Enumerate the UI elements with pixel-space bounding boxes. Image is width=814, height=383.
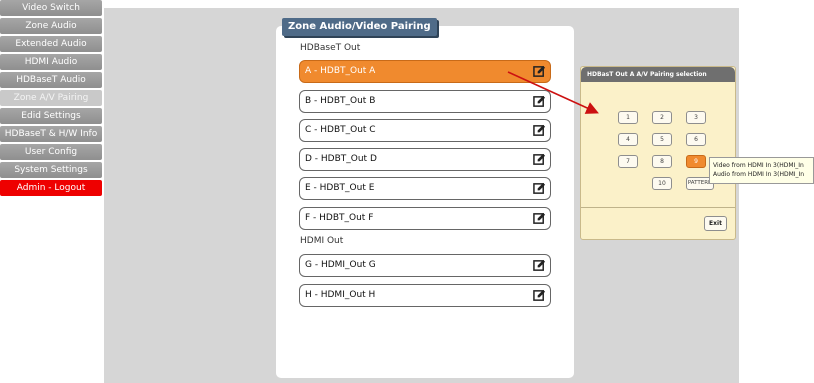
source-button-8[interactable]: 8	[652, 155, 672, 168]
zone-button-h[interactable]: H - HDMI_Out H	[299, 284, 551, 307]
zone-label: C - HDBT_Out C	[305, 125, 376, 135]
source-button-9[interactable]: 9	[686, 155, 706, 168]
sidebar-nav: Video Switch Zone Audio Extended Audio H…	[0, 0, 104, 198]
sidebar-item-video-switch[interactable]: Video Switch	[0, 0, 102, 16]
edit-icon[interactable]	[533, 65, 546, 78]
edit-icon[interactable]	[533, 259, 546, 272]
edit-icon[interactable]	[533, 153, 546, 166]
source-tooltip: Video from HDMI In 3(HDMI_In Audio from …	[709, 157, 814, 184]
zone-label: F - HDBT_Out F	[305, 213, 374, 223]
popup-title: HDBasT Out A A/V Pairing selection	[581, 67, 735, 82]
source-button-1[interactable]: 1	[618, 111, 638, 124]
zone-button-d[interactable]: D - HDBT_Out D	[299, 148, 551, 171]
zone-label: H - HDMI_Out H	[305, 290, 376, 300]
zone-label: A - HDBT_Out A	[305, 66, 376, 76]
edit-icon[interactable]	[533, 124, 546, 137]
sidebar-item-user-config[interactable]: User Config	[0, 144, 102, 160]
zone-button-f[interactable]: F - HDBT_Out F	[299, 207, 551, 230]
sidebar-item-edid-settings[interactable]: Edid Settings	[0, 108, 102, 124]
zone-label: E - HDBT_Out E	[305, 183, 375, 193]
sidebar-item-zone-av-pairing[interactable]: Zone A/V Pairing	[0, 90, 102, 106]
edit-icon[interactable]	[533, 289, 546, 302]
popup-divider	[581, 207, 735, 208]
source-button-area: 1 2 3 4 5 6 7 8 9 10 PATTERN	[588, 87, 734, 207]
zone-button-g[interactable]: G - HDMI_Out G	[299, 254, 551, 277]
zone-button-e[interactable]: E - HDBT_Out E	[299, 177, 551, 200]
source-button-6[interactable]: 6	[686, 133, 706, 146]
source-button-7[interactable]: 7	[618, 155, 638, 168]
sidebar-item-admin-logout[interactable]: Admin - Logout	[0, 180, 102, 196]
source-button-5[interactable]: 5	[652, 133, 672, 146]
edit-icon[interactable]	[533, 182, 546, 195]
sidebar-item-hdbaset-hw-info[interactable]: HDBaseT & H/W Info	[0, 126, 102, 142]
source-button-3[interactable]: 3	[686, 111, 706, 124]
tooltip-audio-line: Audio from HDMI In 3(HDMI_In	[713, 171, 805, 178]
source-button-10[interactable]: 10	[652, 177, 672, 190]
pairing-selection-popup: HDBasT Out A A/V Pairing selection 1 2 3…	[580, 66, 736, 240]
sidebar-item-extended-audio[interactable]: Extended Audio	[0, 36, 102, 52]
sidebar-item-system-settings[interactable]: System Settings	[0, 162, 102, 178]
zone-button-c[interactable]: C - HDBT_Out C	[299, 119, 551, 142]
exit-button[interactable]: Exit	[704, 216, 727, 231]
edit-icon[interactable]	[533, 95, 546, 108]
zone-label: D - HDBT_Out D	[305, 154, 377, 164]
tooltip-video-line: Video from HDMI In 3(HDMI_In	[713, 162, 804, 169]
sidebar-item-hdmi-audio[interactable]: HDMI Audio	[0, 54, 102, 70]
sidebar-item-zone-audio[interactable]: Zone Audio	[0, 18, 102, 34]
hdmi-out-label: HDMI Out	[300, 236, 344, 246]
source-button-2[interactable]: 2	[652, 111, 672, 124]
hdbaset-out-label: HDBaseT Out	[300, 43, 361, 53]
zone-button-a[interactable]: A - HDBT_Out A	[299, 60, 551, 83]
zone-label: B - HDBT_Out B	[305, 96, 376, 106]
source-button-4[interactable]: 4	[618, 133, 638, 146]
edit-icon[interactable]	[533, 212, 546, 225]
zone-label: G - HDMI_Out G	[305, 260, 376, 270]
zone-button-b[interactable]: B - HDBT_Out B	[299, 90, 551, 113]
sidebar-item-hdbaset-audio[interactable]: HDBaseT Audio	[0, 72, 102, 88]
panel-title: Zone Audio/Video Pairing	[282, 18, 437, 36]
